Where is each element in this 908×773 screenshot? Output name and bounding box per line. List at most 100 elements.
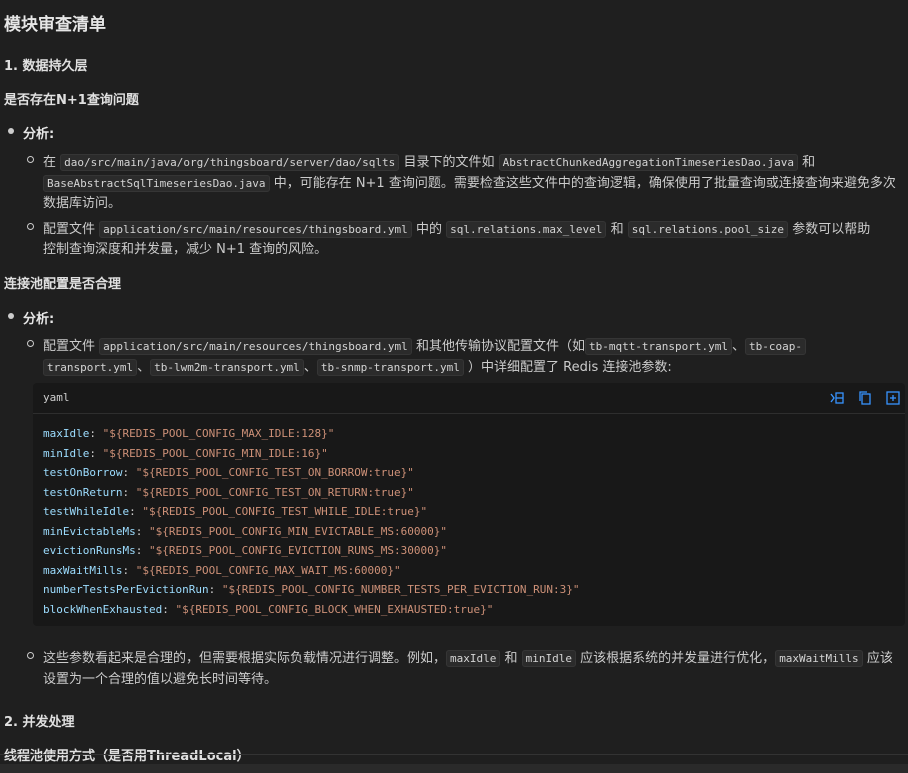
code-line: maxIdle: "${REDIS_POOL_CONFIG_MAX_IDLE:1… (43, 427, 334, 440)
list-item-continuation: transport.yml、 tb-lwm2m-transport.yml、 tb-… (43, 356, 672, 376)
list-item: 配置文件 application/src/main/resources/thin… (43, 218, 871, 238)
code-line: testWhileIdle: "${REDIS_POOL_CONFIG_TEST… (43, 505, 427, 518)
text: 应该根据系统的并发量进行优化， (580, 651, 776, 666)
code-language-label: yaml (43, 391, 70, 404)
inline-code-key: minIdle (521, 650, 577, 667)
text: 和 (504, 651, 518, 666)
inline-code-file: tb-snmp-transport.yml (316, 359, 464, 376)
yaml-value: "${REDIS_POOL_CONFIG_MAX_WAIT_MS:60000}" (135, 563, 401, 577)
inline-code-path: application/src/main/resources/thingsboa… (99, 338, 412, 355)
text: 参数可以帮助 (792, 222, 871, 237)
inline-code-path: dao/src/main/java/org/thingsboard/server… (60, 154, 400, 171)
list-item: 这些参数看起来是合理的，但需要根据实际负载情况进行调整。例如， maxIdle 和… (43, 647, 893, 667)
bullet-circle (27, 156, 34, 163)
code-line: testOnReturn: "${REDIS_POOL_CONFIG_TEST_… (43, 486, 414, 499)
inline-code-path: application/src/main/resources/thingsboa… (99, 221, 412, 238)
text: ）中详细配置了 Redis 连接池参数: (468, 360, 672, 375)
yaml-colon: : (122, 563, 136, 577)
yaml-value: "${REDIS_POOL_CONFIG_MIN_IDLE:16}" (102, 446, 328, 460)
code-line: numberTestsPerEvictionRun: "${REDIS_POOL… (43, 583, 579, 596)
yaml-colon: : (129, 505, 143, 518)
text: 这些参数看起来是合理的，但需要根据实际负载情况进行调整。例如， (43, 651, 447, 666)
separator: 、 (303, 360, 317, 375)
separator: 、 (137, 360, 151, 375)
inline-code-key: maxWaitMills (775, 650, 863, 667)
yaml-key: blockWhenExhausted (43, 602, 163, 616)
analysis-label: 分析: (23, 312, 55, 327)
inline-code-file: BaseAbstractSqlTimeseriesDao.java (43, 175, 270, 192)
list-item-continuation: 控制查询深度和并发量，减少 N+1 查询的风险。 (43, 242, 328, 257)
yaml-colon: : (135, 524, 149, 538)
inline-code-file: tb-mqtt-transport.yml (584, 338, 733, 355)
yaml-colon: : (122, 466, 136, 479)
yaml-key: maxIdle (43, 427, 90, 440)
yaml-value: "${REDIS_POOL_CONFIG_TEST_WHILE_IDLE:tru… (142, 505, 428, 518)
text: 目录下的文件如 (403, 155, 495, 170)
list-item-continuation: 数据库访问。 (43, 196, 122, 211)
separator: 、 (732, 339, 746, 354)
yaml-colon: : (135, 544, 149, 557)
list-item: 在 dao/src/main/java/org/thingsboard/serv… (43, 151, 816, 171)
section-heading-data-layer: 1. 数据持久层 (4, 59, 88, 74)
code-line: evictionRunsMs: "${REDIS_POOL_CONFIG_EVI… (43, 544, 447, 557)
yaml-colon: : (208, 583, 222, 596)
insert-icon[interactable] (829, 390, 845, 406)
inline-code-file: tb-coap- (745, 338, 807, 355)
yaml-key: testOnReturn (43, 485, 123, 499)
section-heading-concurrency: 2. 并发处理 (4, 715, 75, 730)
new-file-icon[interactable] (885, 390, 901, 406)
inline-code-key: sql.relations.max_level (446, 221, 607, 238)
text: 和 (802, 155, 816, 170)
code-line: maxWaitMills: "${REDIS_POOL_CONFIG_MAX_W… (43, 564, 401, 577)
analysis-label: 分析: (23, 127, 55, 142)
yaml-value: "${REDIS_POOL_CONFIG_BLOCK_WHEN_EXHAUSTE… (175, 602, 494, 616)
yaml-value: "${REDIS_POOL_CONFIG_TEST_ON_RETURN:true… (135, 485, 414, 499)
question-n-plus-one: 是否存在N+1查询问题 (4, 93, 139, 108)
yaml-key: numberTestsPerEvictionRun (43, 583, 209, 596)
yaml-key: testWhileIdle (43, 505, 130, 518)
horizontal-scrollbar[interactable] (0, 764, 908, 773)
yaml-value: "${REDIS_POOL_CONFIG_EVICTION_RUNS_MS:30… (148, 544, 447, 557)
inline-code-file: transport.yml (43, 359, 138, 376)
yaml-value: "${REDIS_POOL_CONFIG_NUMBER_TESTS_PER_EV… (221, 583, 580, 596)
page-title: 模块审查清单 (4, 15, 106, 35)
text: 配置文件 (43, 222, 96, 237)
code-line: testOnBorrow: "${REDIS_POOL_CONFIG_TEST_… (43, 466, 414, 479)
bullet-circle (27, 223, 34, 230)
code-block-header: yaml (33, 383, 905, 414)
text: 和其他传输协议配置文件（如 (415, 339, 585, 354)
list-item: 配置文件 application/src/main/resources/thin… (43, 335, 807, 355)
bullet-circle (27, 652, 34, 659)
yaml-value: "${REDIS_POOL_CONFIG_MIN_EVICTABLE_MS:60… (148, 524, 447, 538)
inline-code-file: AbstractChunkedAggregationTimeseriesDao.… (498, 154, 798, 171)
text: 配置文件 (43, 339, 96, 354)
list-item-continuation: BaseAbstractSqlTimeseriesDao.java 中，可能存在… (43, 172, 896, 192)
yaml-key: evictionRunsMs (43, 544, 136, 557)
text: 中的 (415, 222, 442, 237)
yaml-colon: : (122, 485, 136, 499)
inline-code-key: sql.relations.pool_size (627, 221, 789, 238)
copy-icon[interactable] (857, 390, 873, 406)
yaml-colon: : (162, 602, 176, 616)
text: 和 (610, 222, 624, 237)
code-line: blockWhenExhausted: "${REDIS_POOL_CONFIG… (43, 603, 493, 616)
text: 应该 (866, 651, 893, 666)
inline-code-key: maxIdle (446, 650, 501, 667)
question-connection-pool: 连接池配置是否合理 (4, 277, 122, 292)
bullet-circle (27, 340, 34, 347)
code-line: minIdle: "${REDIS_POOL_CONFIG_MIN_IDLE:1… (43, 447, 328, 460)
code-block: yaml maxIdle: "${REDIS_POOL_CONFIG_MAX_I… (33, 383, 905, 626)
yaml-key: testOnBorrow (43, 466, 123, 479)
yaml-key: maxWaitMills (43, 563, 123, 577)
yaml-key: minIdle (43, 446, 90, 460)
text: 在 (43, 155, 57, 170)
yaml-value: "${REDIS_POOL_CONFIG_TEST_ON_BORROW:true… (135, 466, 414, 479)
yaml-colon: : (89, 427, 103, 440)
yaml-key: minEvictableMs (43, 524, 136, 538)
bullet-disc (8, 313, 14, 319)
yaml-value: "${REDIS_POOL_CONFIG_MAX_IDLE:128}" (102, 427, 335, 440)
list-item-continuation: 设置为一个合理的值以避免长时间等待。 (43, 672, 278, 687)
yaml-colon: : (89, 446, 103, 460)
text: 中，可能存在 N+1 查询问题。需要检查这些文件中的查询逻辑，确保使用了批量查询… (273, 176, 896, 191)
code-line: minEvictableMs: "${REDIS_POOL_CONFIG_MIN… (43, 525, 447, 538)
